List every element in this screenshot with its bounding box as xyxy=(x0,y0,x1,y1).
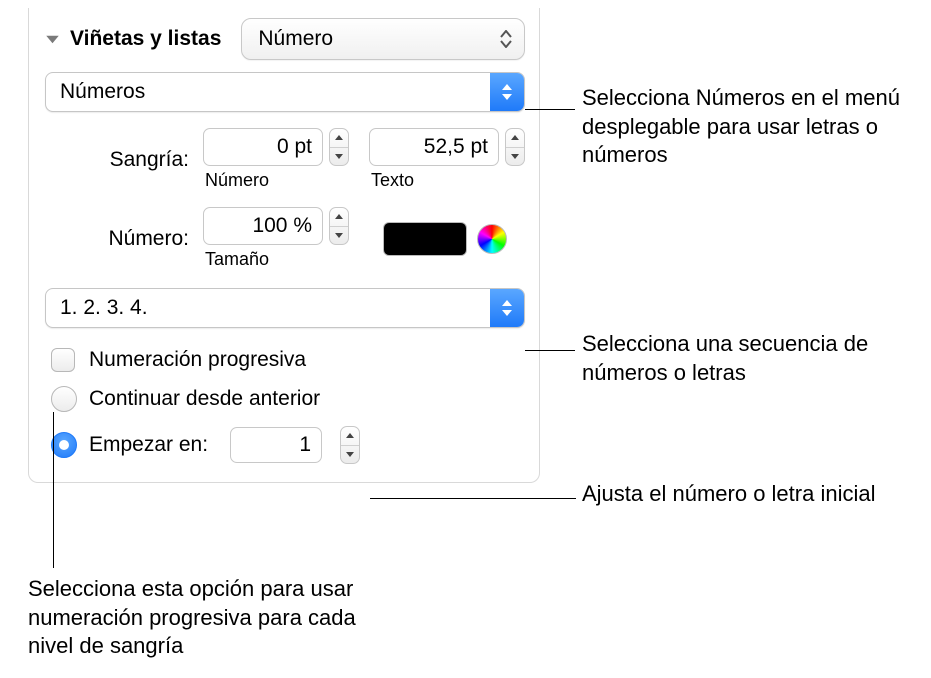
stepper-down-icon[interactable] xyxy=(341,446,359,464)
callout-numbers-popup: Selecciona Números en el menú desplegabl… xyxy=(582,84,912,170)
panel-inner: Viñetas y listas Número Números Sangría: xyxy=(28,8,540,483)
continue-radio-label: Continuar desde anterior xyxy=(89,387,320,411)
start-at-radio[interactable] xyxy=(51,432,77,458)
list-type-value: Número xyxy=(258,27,333,51)
number-size-sublabel: Tamaño xyxy=(203,249,349,270)
callout-start-at: Ajusta el número o letra inicial xyxy=(582,480,892,509)
callout-leader xyxy=(370,498,576,499)
stepper-up-icon[interactable] xyxy=(330,129,348,148)
header-row: Viñetas y listas Número xyxy=(45,18,525,60)
start-at-stepper-buttons[interactable] xyxy=(340,426,360,464)
stepper-down-icon[interactable] xyxy=(506,148,524,166)
continue-radio-row: Continuar desde anterior xyxy=(51,386,525,412)
callout-tiered-numbering: Selecciona esta opción para usar numerac… xyxy=(28,575,388,661)
numbers-format-popup[interactable]: Números xyxy=(45,72,525,112)
numbers-format-value: Números xyxy=(46,80,490,104)
continue-radio[interactable] xyxy=(51,386,77,412)
stepper-up-icon[interactable] xyxy=(341,427,359,446)
popup-button-icon xyxy=(490,73,524,111)
indent-number-sublabel: Número xyxy=(203,170,349,191)
stepper-up-icon[interactable] xyxy=(330,208,348,227)
indent-number-group: 0 pt Número xyxy=(203,128,349,191)
number-row: Número: 100 % Tamaño xyxy=(45,207,525,270)
indent-number-input[interactable]: 0 pt xyxy=(203,128,323,166)
tiered-numbering-row: Numeración progresiva xyxy=(51,348,525,372)
number-size-input[interactable]: 100 % xyxy=(203,207,323,245)
stepper-down-icon[interactable] xyxy=(330,148,348,166)
indent-text-group: 52,5 pt Texto xyxy=(369,128,525,191)
indent-text-stepper-buttons[interactable] xyxy=(505,128,525,166)
indent-text-stepper: 52,5 pt xyxy=(369,128,525,166)
chevrons-icon xyxy=(500,30,512,48)
callout-leader xyxy=(53,412,54,568)
sequence-format-popup[interactable]: 1. 2. 3. 4. xyxy=(45,288,525,328)
number-size-group: 100 % Tamaño xyxy=(203,207,349,270)
number-size-stepper: 100 % xyxy=(203,207,349,245)
start-at-input[interactable]: 1 xyxy=(230,427,322,463)
indent-number-stepper: 0 pt xyxy=(203,128,349,166)
stepper-up-icon[interactable] xyxy=(506,129,524,148)
list-type-select[interactable]: Número xyxy=(241,18,525,60)
indent-label: Sangría: xyxy=(45,148,203,172)
indent-text-sublabel: Texto xyxy=(369,170,525,191)
number-label: Número: xyxy=(45,227,203,251)
number-color-well[interactable] xyxy=(383,222,467,256)
color-picker-icon[interactable] xyxy=(477,224,507,254)
popup-button-icon xyxy=(490,289,524,327)
start-at-radio-row: Empezar en: 1 xyxy=(51,426,525,464)
bullets-lists-panel: Viñetas y listas Número Números Sangría: xyxy=(28,8,540,483)
disclosure-triangle-icon[interactable] xyxy=(45,32,60,47)
tiered-numbering-checkbox[interactable] xyxy=(51,348,75,372)
callout-leader xyxy=(525,109,575,110)
indent-number-stepper-buttons[interactable] xyxy=(329,128,349,166)
sequence-format-value: 1. 2. 3. 4. xyxy=(46,296,490,320)
indent-text-input[interactable]: 52,5 pt xyxy=(369,128,499,166)
section-title: Viñetas y listas xyxy=(70,27,221,51)
indent-row: Sangría: 0 pt Número 52,5 pt xyxy=(45,128,525,191)
callout-sequence-popup: Selecciona una secuencia de números o le… xyxy=(582,330,892,387)
callout-leader xyxy=(525,350,575,351)
number-size-stepper-buttons[interactable] xyxy=(329,207,349,245)
tiered-numbering-label: Numeración progresiva xyxy=(89,348,306,372)
start-at-label: Empezar en: xyxy=(89,433,208,457)
stepper-down-icon[interactable] xyxy=(330,227,348,245)
